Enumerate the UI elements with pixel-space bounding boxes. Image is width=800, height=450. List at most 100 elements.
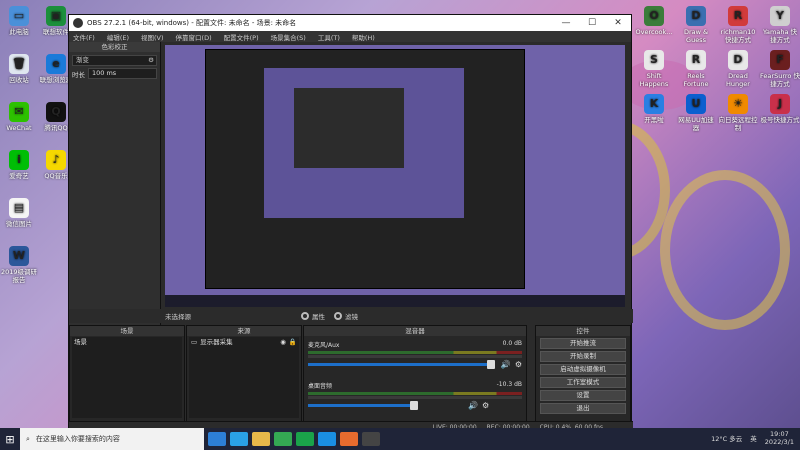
start-recording-button[interactable]: 开始录制 (540, 351, 626, 362)
clock[interactable]: 19:07 2022/3/1 (765, 430, 794, 446)
duration-input[interactable]: 100 ms (88, 68, 157, 79)
track-db: 0.0 dB (502, 340, 522, 347)
desktop-icon[interactable]: R Reels Fortune (676, 50, 716, 88)
filters-button[interactable]: 滤镜 (345, 311, 358, 321)
desktop-app-icon: S (644, 50, 664, 70)
obs-taskbar-icon[interactable] (362, 432, 380, 446)
desktop-icon[interactable]: Rrichman10 快捷方式 (718, 6, 758, 44)
desktop-icon[interactable]: ▤ 微信图片 (0, 198, 39, 228)
desktop-icon[interactable]: ✉ WeChat (0, 102, 39, 132)
desktop-app-icon: U (686, 94, 706, 114)
desktop-icon[interactable]: U 网易UU加速器 (676, 94, 716, 132)
desktop-icon[interactable]: W 2019级调研报告 (0, 246, 39, 284)
menu-scene-collection[interactable]: 场景集合(S) (271, 32, 306, 42)
task-view-icon[interactable] (208, 432, 226, 446)
volume-meter (308, 351, 522, 354)
slider-handle[interactable] (486, 360, 495, 369)
minimize-button[interactable]: — (553, 18, 579, 28)
search-placeholder: 在这里输入你要搜索的内容 (35, 435, 120, 443)
virtual-camera-button[interactable]: 启动虚拟摄像机 (540, 364, 626, 375)
desktop-icon-label: Overcook... (635, 28, 673, 36)
nested-preview-3 (294, 88, 404, 168)
file-explorer-icon[interactable] (252, 432, 270, 446)
desktop-icon[interactable]: ▭ 此电脑 (0, 6, 39, 36)
menu-docks[interactable]: 停靠窗口(D) (176, 32, 212, 42)
desktop-icon[interactable]: F FearSurro 快捷方式 (760, 50, 800, 88)
nested-preview (205, 49, 525, 289)
volume-meter (308, 392, 522, 395)
obs-logo-icon (73, 18, 83, 28)
transition-type-select[interactable]: 渐变 ⚙ (72, 55, 157, 66)
menu-help[interactable]: 帮助(H) (352, 32, 375, 42)
desktop-app-icon: 🗑 (9, 54, 29, 74)
weather[interactable]: 12°C 多云 (711, 433, 742, 443)
desktop-icon[interactable]: D Draw & Guess (676, 6, 716, 44)
date: 2022/3/1 (764, 438, 794, 446)
desktop-icon[interactable]: ☀ 向日葵远程控制 (718, 94, 758, 132)
language-indicator[interactable]: 英 (750, 433, 757, 443)
filters-gear-icon[interactable] (334, 312, 342, 320)
wechat-icon[interactable] (296, 432, 314, 446)
source-item[interactable]: ▭ 显示器采集 ◉ 🔒 (189, 337, 299, 348)
exit-button[interactable]: 退出 (540, 403, 626, 414)
menu-profile[interactable]: 配置文件(P) (224, 32, 259, 42)
properties-gear-icon[interactable] (301, 312, 309, 320)
monitor-icon: ▭ (191, 338, 198, 346)
desktop-icon[interactable]: 🗑 回收站 (0, 54, 39, 84)
properties-button[interactable]: 属性 (312, 311, 325, 321)
desktop-icon[interactable]: O Overcook... (634, 6, 674, 36)
maximize-button[interactable]: ☐ (579, 18, 605, 28)
qq-icon[interactable] (318, 432, 336, 446)
close-button[interactable]: ✕ (605, 18, 631, 28)
sources-header: 来源 (187, 326, 301, 336)
menu-edit[interactable]: 编辑(E) (107, 32, 129, 42)
desktop-app-icon: ▣ (46, 6, 66, 26)
scene-item[interactable]: 场景 (72, 337, 182, 348)
slider-handle[interactable] (410, 401, 418, 410)
speaker-icon[interactable]: 🔊 (501, 360, 511, 369)
desktop-icon-label: richman10 快捷方式 (720, 28, 756, 44)
gear-icon[interactable]: ⚙ (515, 360, 522, 369)
desktop-icon[interactable]: J 极号快捷方式 (760, 94, 800, 124)
desktop-icon-label: Dread Hunger (726, 72, 750, 88)
desktop-app-icon: ▭ (9, 6, 29, 26)
menu-file[interactable]: 文件(F) (73, 32, 95, 42)
chrome-icon[interactable] (274, 432, 292, 446)
menu-tools[interactable]: 工具(T) (318, 32, 340, 42)
app-icon[interactable] (340, 432, 358, 446)
sources-dock: 来源 ▭ 显示器采集 ◉ 🔒 ＋ − ⚙ ∧ ∨ (186, 325, 302, 435)
track-db: -10.3 dB (496, 381, 522, 388)
eye-icon[interactable]: ◉ (280, 337, 286, 348)
menu-view[interactable]: 视图(V) (141, 32, 164, 42)
start-streaming-button[interactable]: 开始推流 (540, 338, 626, 349)
edge-icon[interactable] (230, 432, 248, 446)
desktop-icon[interactable]: D Dread Hunger (718, 50, 758, 88)
menu-bar: 文件(F) 编辑(E) 视图(V) 停靠窗口(D) 配置文件(P) 场景集合(S… (69, 31, 631, 42)
start-button[interactable]: ⊞ (0, 428, 20, 450)
gear-icon[interactable]: ⚙ (482, 401, 489, 410)
desktop-icon[interactable]: i 爱奇艺 (0, 150, 39, 180)
nested-preview-2 (264, 68, 464, 218)
lock-icon[interactable]: 🔒 (289, 337, 297, 348)
desktop-icon-label: 向日葵远程控制 (718, 116, 758, 132)
desktop-icon[interactable]: Y Yamaha 快捷方式 (760, 6, 800, 44)
volume-slider[interactable] (308, 360, 495, 369)
desktop-app-icon: ▤ (9, 198, 29, 218)
desktop-app-icon: e (46, 54, 66, 74)
speaker-icon[interactable]: 🔊 (468, 401, 478, 410)
preview-canvas[interactable] (165, 45, 625, 307)
gear-icon[interactable]: ⚙ (148, 56, 154, 65)
desktop-app-icon: K (644, 94, 664, 114)
scenes-dock: 场景 场景 ＋ − ∧ ∨ (69, 325, 185, 435)
desktop-icon-label: 爱奇艺 (9, 172, 29, 180)
volume-slider[interactable] (308, 401, 418, 410)
mixer-header: 混音器 (304, 326, 526, 336)
desktop-icon[interactable]: K 开黑啦 (634, 94, 674, 124)
desktop-icon[interactable]: S Shift Happens (634, 50, 674, 88)
studio-mode-button[interactable]: 工作室模式 (540, 377, 626, 388)
desktop-icon-label: 回收站 (9, 76, 29, 84)
settings-button[interactable]: 设置 (540, 390, 626, 401)
desktop-app-icon: Q (46, 102, 66, 122)
sources-list: ▭ 显示器采集 ◉ 🔒 (189, 337, 299, 418)
taskbar-search[interactable]: ⌕ 在这里输入你要搜索的内容 (20, 428, 204, 450)
